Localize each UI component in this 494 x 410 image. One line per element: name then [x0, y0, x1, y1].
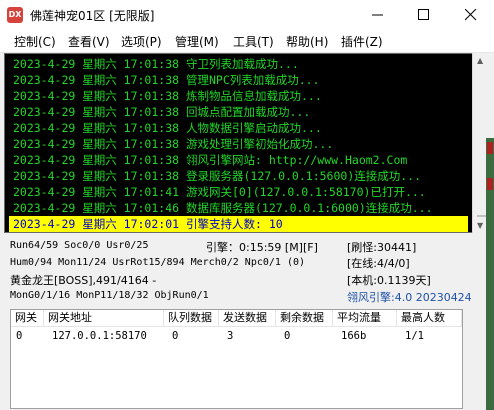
cell-avg-traffic: 166b — [341, 330, 367, 342]
column-header[interactable]: 队列数据 — [164, 310, 219, 326]
menu-help[interactable]: 帮助(H) — [286, 33, 328, 50]
menu-bar: 控制(C) 查看(V) 选项(P) 管理(M) 工具(T) 帮助(H) 插件(Z… — [0, 30, 494, 53]
hum-stats: Hum0/94 Mon11/24 UsrRot15/894 Merch0/2 N… — [10, 257, 306, 268]
online-count: [在线:4/4/0] — [347, 257, 410, 270]
menu-control[interactable]: 控制(C) — [14, 33, 56, 50]
column-header[interactable]: 发送数据 — [219, 310, 276, 326]
cell-queue-data: 0 — [172, 330, 179, 342]
column-header[interactable]: 最高人数 — [397, 310, 462, 326]
log-line: 2023-4-29 星期六 17:01:38 人物数据引擎启动成功... — [13, 121, 322, 135]
engine-version: 翎风引擎:4.0 20230424 — [347, 291, 472, 304]
boss-info: 黄金龙王[BOSS],491/4164 - — [10, 274, 157, 287]
column-header[interactable]: 平均流量 — [333, 310, 397, 326]
log-line: 2023-4-29 星期六 17:01:46 数据库服务器(127.0.0.1:… — [13, 201, 433, 215]
cell-send-data: 3 — [227, 330, 234, 342]
log-line-selected: 2023-4-29 星期六 17:02:01 引擎支持人数: 10 — [9, 216, 468, 232]
menu-manage[interactable]: 管理(M) — [175, 33, 219, 50]
background-marker — [487, 178, 493, 190]
run-stats: Run64/59 Soc0/0 Usr0/25 — [10, 240, 149, 251]
cell-gateway-id: 0 — [16, 330, 23, 342]
minimize-button[interactable] — [355, 0, 401, 30]
monster-refresh: [刷怪:30441] — [347, 241, 417, 254]
window-title: 佛莲神宠01区 [无限版] — [30, 9, 155, 23]
log-line: 2023-4-29 星期六 17:01:38 守卫列表加载成功... — [13, 57, 299, 71]
scrollbar-thumb[interactable] — [477, 215, 486, 217]
column-header[interactable]: 网关 — [11, 310, 44, 326]
menu-plugins[interactable]: 插件(Z) — [341, 33, 383, 50]
status-panel: Run64/59 Soc0/0 Usr0/25 引擎：0:15:59 [M][F… — [0, 234, 494, 306]
app-icon[interactable]: DX — [7, 7, 23, 23]
menu-options[interactable]: 选项(P) — [121, 33, 162, 50]
column-header[interactable]: 剩余数据 — [276, 310, 333, 326]
minimize-icon — [372, 14, 383, 16]
uptime: [本机:0.1139天] — [347, 274, 431, 287]
mon-stats: MonG0/1/16 MonP11/18/32 ObjRun0/1 — [10, 290, 209, 301]
log-line: 2023-4-29 星期六 17:01:38 翎风引擎网站: http://ww… — [13, 153, 408, 167]
cell-gateway-address: 127.0.0.1:58170 — [52, 330, 147, 342]
log-line: 2023-4-29 星期六 17:01:38 登录服务器(127.0.0.1:5… — [13, 169, 422, 183]
menu-tools[interactable]: 工具(T) — [233, 33, 274, 50]
maximize-button[interactable] — [401, 0, 447, 30]
cell-max-users: 1/1 — [405, 330, 424, 342]
log-line: 2023-4-29 星期六 17:01:38 回城点配置加载成功... — [13, 105, 311, 119]
log-line: 2023-4-29 星期六 17:01:38 炼制物品信息加载成功... — [13, 89, 322, 103]
table-header: 网关 网关地址 队列数据 发送数据 剩余数据 平均流量 最高人数 — [11, 310, 462, 327]
close-icon — [465, 9, 477, 21]
engine-time: 引擎：0:15:59 [M][F] — [206, 241, 318, 254]
server-window: DX 佛莲神宠01区 [无限版] 控制(C) 查看(V) 选项(P) 管理(M)… — [0, 0, 494, 410]
background-marker — [487, 142, 493, 154]
maximize-icon — [418, 9, 429, 20]
gateway-table[interactable]: 网关 网关地址 队列数据 发送数据 剩余数据 平均流量 最高人数 0 127.0… — [10, 309, 463, 409]
title-bar[interactable]: DX 佛莲神宠01区 [无限版] — [0, 0, 494, 30]
log-line: 2023-4-29 星期六 17:01:38 管理NPC列表加载成功... — [13, 73, 320, 87]
cell-remaining-data: 0 — [284, 330, 291, 342]
column-header[interactable]: 网关地址 — [44, 310, 164, 326]
close-button[interactable] — [448, 0, 494, 30]
menu-view[interactable]: 查看(V) — [68, 33, 110, 50]
scroll-up-arrow-icon[interactable]: ▲ — [477, 56, 483, 65]
scroll-down-arrow-icon[interactable]: ▼ — [477, 221, 483, 230]
background-window-edge — [486, 138, 494, 410]
log-line: 2023-4-29 星期六 17:01:41 游戏网关[0](127.0.0.1… — [13, 185, 426, 199]
log-console[interactable]: 2023-4-29 星期六 17:01:38 守卫列表加载成功... 2023-… — [4, 53, 473, 233]
log-line: 2023-4-29 星期六 17:01:38 游戏处理引擎初始化成功... — [13, 137, 334, 151]
